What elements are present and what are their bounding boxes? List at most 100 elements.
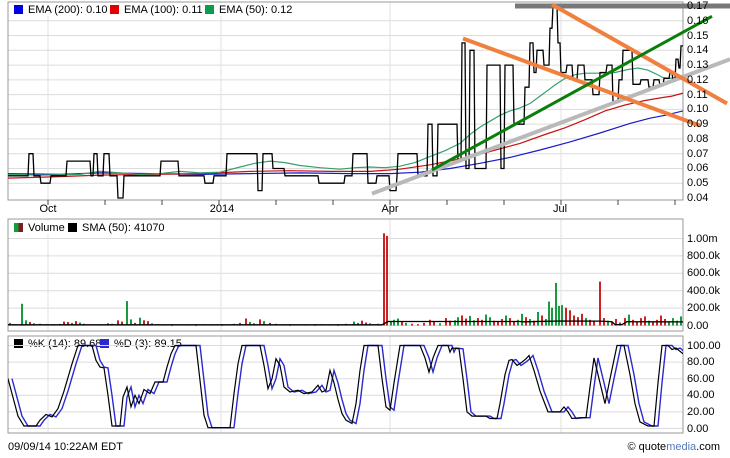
ema200-line xyxy=(8,110,683,176)
volume-bar xyxy=(305,324,307,326)
volume-bar xyxy=(401,321,403,326)
volume-bar xyxy=(314,324,316,326)
y-axis-tick-label: 100.00 xyxy=(687,340,721,352)
volume-bar xyxy=(555,282,557,326)
volume-bar xyxy=(353,321,355,326)
volume-bar xyxy=(652,322,654,326)
volume-bar xyxy=(449,320,451,326)
trendline-orange-downtrend-1 xyxy=(462,36,701,128)
volume-bar xyxy=(628,314,630,326)
legend-item: %D (3): 89.15 xyxy=(100,337,182,350)
y-axis-tick-label: 800.0k xyxy=(687,250,721,262)
volume-bar xyxy=(253,323,255,326)
y-axis-tick-label: 0.13 xyxy=(687,59,709,71)
stochastic-legend: %K (14): 89.68 %D (3): 89.15 xyxy=(0,337,683,351)
volume-bar xyxy=(130,319,132,326)
volume-bar xyxy=(656,319,658,326)
volume-bar xyxy=(107,323,109,326)
volume-bar xyxy=(345,323,347,326)
volume-bar xyxy=(139,317,141,326)
y-axis-tick-label: 0.05 xyxy=(687,177,709,189)
volume-bar xyxy=(509,318,511,326)
volume-bar xyxy=(585,318,587,326)
volume-bar xyxy=(660,315,662,326)
volume-bar xyxy=(29,322,31,326)
legend-item: %K (14): 89.68 xyxy=(14,337,101,350)
volume-bar xyxy=(71,322,73,326)
volume-bar xyxy=(117,320,119,326)
volume-bar xyxy=(561,305,563,326)
volume-bar xyxy=(321,324,323,326)
y-axis-tick-label: 0.17 xyxy=(687,0,709,12)
volume-bar xyxy=(179,324,181,326)
legend-label: EMA (100): 0.11 xyxy=(124,3,203,16)
volume-bar xyxy=(619,322,621,326)
price-line xyxy=(8,5,683,199)
volume-bar xyxy=(473,320,475,326)
y-axis-tick-label: 0.09 xyxy=(687,118,709,130)
volume-bar xyxy=(493,320,495,326)
volume-bar xyxy=(289,324,291,326)
volume-bar xyxy=(489,317,491,326)
volume-bar xyxy=(164,324,166,326)
volume-bar xyxy=(187,324,189,326)
volume-bar xyxy=(121,321,123,326)
volume-bar xyxy=(607,320,609,326)
volume-bar xyxy=(91,324,93,326)
y-axis-tick-label: 600.0k xyxy=(687,267,721,279)
volume-bar xyxy=(25,320,27,326)
volume-bar xyxy=(63,321,65,326)
y-axis-tick-label: 0.14 xyxy=(687,44,709,56)
volume-bar xyxy=(393,319,395,326)
volume-bar xyxy=(147,321,149,326)
y-axis-tick-label: 0.00 xyxy=(687,320,709,332)
volume-bar xyxy=(221,324,223,326)
legend-label: EMA (200): 0.10 xyxy=(28,3,108,16)
volume-bar xyxy=(13,324,15,326)
volume-bar xyxy=(53,324,55,326)
volume-bar xyxy=(615,319,617,326)
volume-bar xyxy=(513,321,515,326)
volume-bar xyxy=(433,321,435,326)
stock-chart: EMA (200): 0.10 EMA (100): 0.11 EMA (50): … xyxy=(0,0,730,458)
y-axis-tick-label: 60.00 xyxy=(687,373,715,385)
legend-swatch-icon xyxy=(68,223,77,232)
volume-bar xyxy=(593,320,595,326)
panel-border xyxy=(7,218,684,332)
credit-suffix: .com xyxy=(696,441,720,453)
volume-bar xyxy=(269,322,271,326)
volume-bar xyxy=(632,319,634,326)
volume-bar xyxy=(636,321,638,326)
legend-swatch-icon xyxy=(14,223,23,232)
volume-bar xyxy=(111,323,113,326)
volume-bar xyxy=(357,322,359,326)
volume-bar xyxy=(429,319,431,326)
volume-bar xyxy=(676,320,678,326)
volume-bar xyxy=(369,323,371,326)
volume-bar xyxy=(249,322,251,326)
volume-bar xyxy=(9,322,11,326)
volume-bar xyxy=(21,303,23,326)
volume-bar xyxy=(99,324,101,326)
volume-bar xyxy=(33,323,35,326)
y-axis-tick-label: 200.0k xyxy=(687,302,721,314)
x-axis-date-label: 2014 xyxy=(209,203,235,215)
y-axis-tick-label: 0.06 xyxy=(687,162,709,174)
volume-bar xyxy=(157,324,159,326)
y-axis-tick-label: 40.00 xyxy=(687,389,715,401)
volume-bar xyxy=(79,322,81,326)
y-axis-tick-label: 0.08 xyxy=(687,133,709,145)
volume-bar xyxy=(672,318,674,326)
volume-bar xyxy=(365,322,367,326)
volume-bar xyxy=(337,324,339,326)
volume-bar xyxy=(171,324,173,326)
volume-legend: Volume SMA (50): 41070 xyxy=(0,221,683,235)
volume-bar xyxy=(275,323,277,326)
volume-bar xyxy=(481,319,483,326)
volume-bar xyxy=(611,321,613,326)
volume-bar xyxy=(517,319,519,326)
volume-bar xyxy=(477,318,479,326)
volume-bar xyxy=(233,323,235,326)
volume-bar xyxy=(386,235,388,326)
credit-brand: media xyxy=(666,441,697,453)
